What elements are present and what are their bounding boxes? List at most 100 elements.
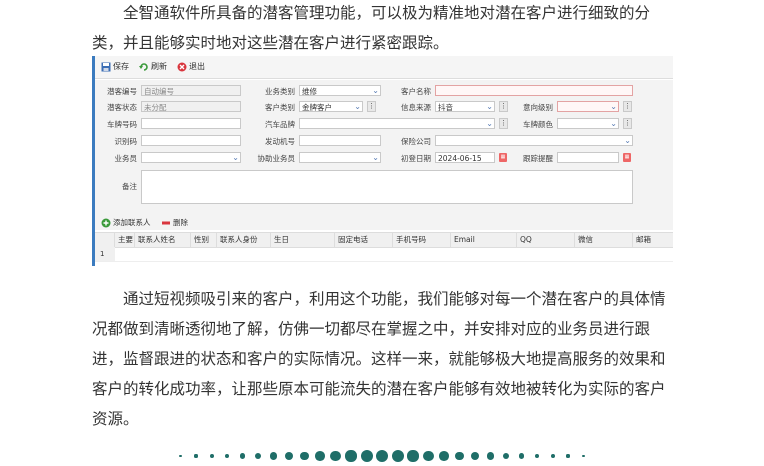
cust-name-field[interactable] <box>435 85 633 96</box>
grid-header: 生日 <box>271 233 335 247</box>
more-icon[interactable]: ⋮ <box>499 118 508 129</box>
divider-dot <box>439 451 449 461</box>
grid-header: 联系人姓名 <box>135 233 191 247</box>
lead-no-label: 潜客编号 <box>107 87 137 96</box>
add-icon <box>101 218 111 228</box>
chevron-down-icon: ⌄ <box>624 136 631 145</box>
vin-label: 识别码 <box>114 137 138 146</box>
calendar-icon[interactable]: ▦ <box>499 153 507 162</box>
cust-name-label: 客户名称 <box>401 87 431 96</box>
intent-label: 意向级别 <box>523 103 553 112</box>
divider-dot <box>345 450 357 462</box>
biz-type-select[interactable]: 维修 ⌄ <box>299 85 381 96</box>
contacts-grid-header: 主要 联系人姓名 性别 联系人身份 生日 固定电话 手机号码 Email QQ … <box>95 232 673 248</box>
grid-header: 主要 <box>115 233 135 247</box>
lead-no-field[interactable]: 自动编号 <box>141 85 241 96</box>
remark-textarea[interactable] <box>141 170 633 204</box>
exit-button[interactable]: 退出 <box>177 61 205 73</box>
salesman-select[interactable]: ⌄ <box>141 152 241 163</box>
exit-label: 退出 <box>189 62 205 71</box>
row-number: 1 <box>95 247 115 261</box>
divider-dot <box>360 450 373 462</box>
chevron-down-icon: ⌄ <box>610 102 617 111</box>
refresh-button[interactable]: 刷新 <box>139 61 167 73</box>
reminder-field[interactable] <box>557 152 619 163</box>
cust-type-value: 金牌客户 <box>302 103 332 112</box>
plate-field[interactable] <box>141 118 241 129</box>
more-icon[interactable]: ⋮ <box>499 101 508 112</box>
cust-type-label: 客户类别 <box>265 103 295 112</box>
add-contact-button[interactable]: 添加联系人 <box>101 217 151 229</box>
divider-dot <box>254 452 262 460</box>
refresh-label: 刷新 <box>151 62 167 71</box>
insurer-select[interactable]: ⌄ <box>435 135 633 146</box>
chevron-down-icon: ⌄ <box>610 119 617 128</box>
grid-header: 手机号码 <box>393 233 451 247</box>
engine-field[interactable] <box>299 135 381 146</box>
divider-dot <box>330 450 341 462</box>
close-icon <box>177 62 187 72</box>
remark-label: 备注 <box>122 182 137 191</box>
intent-select[interactable]: ⌄ <box>557 101 619 112</box>
lead-status-label: 潜客状态 <box>107 103 137 112</box>
divider-dot <box>209 454 214 458</box>
divider-dot <box>391 450 404 462</box>
refresh-icon <box>139 62 149 72</box>
vin-field[interactable] <box>141 135 241 146</box>
divider-dot <box>534 453 540 459</box>
divider-dot <box>285 452 293 460</box>
first-date-field[interactable]: 2024-06-15 <box>435 152 495 163</box>
divider-dot <box>407 450 419 462</box>
grid-header: 联系人身份 <box>217 233 271 247</box>
chevron-down-icon: ⌄ <box>486 119 493 128</box>
grid-header-rownum <box>95 233 115 247</box>
save-label: 保存 <box>113 62 129 71</box>
first-date-label: 初登日期 <box>401 154 431 163</box>
assist-select[interactable]: ⌄ <box>299 152 381 163</box>
table-row[interactable]: 1 <box>95 247 673 262</box>
source-label: 信息来源 <box>401 103 431 112</box>
divider-dot <box>582 454 585 458</box>
intro-paragraph: 全智通软件所具备的潜客管理功能，可以极为精准地对潜在客户进行细致的分类，并且能够… <box>92 4 651 52</box>
grid-header: 性别 <box>191 233 217 247</box>
lead-management-screenshot: 保存 刷新 退出 潜客编号 自动编号 业务类别 维修 ⌄ 客户名称 潜客状态 未分… <box>92 56 673 266</box>
grid-header: QQ <box>517 233 575 247</box>
divider-dot <box>269 452 278 460</box>
brand-select[interactable]: ⌄ <box>299 118 495 129</box>
divider-dot <box>471 452 479 460</box>
delete-icon <box>161 218 171 228</box>
divider-dot <box>455 451 464 461</box>
add-contact-label: 添加联系人 <box>113 218 151 227</box>
divider-dot <box>566 454 570 458</box>
chevron-down-icon: ⌄ <box>354 102 361 111</box>
divider-dot <box>375 449 389 463</box>
save-button[interactable]: 保存 <box>101 61 129 73</box>
divider-dot <box>550 454 555 458</box>
salesman-label: 业务员 <box>114 154 138 163</box>
divider-dot <box>486 452 495 460</box>
calendar-icon[interactable]: ▦ <box>623 153 631 162</box>
assist-label: 协助业务员 <box>257 154 296 163</box>
contacts-toolbar: 添加联系人 删除 <box>95 215 673 229</box>
color-select[interactable]: ⌄ <box>557 118 619 129</box>
brand-label: 汽车品牌 <box>265 120 295 129</box>
divider-dot <box>423 450 434 462</box>
grid-header: 微信 <box>575 233 633 247</box>
insurer-label: 保险公司 <box>401 137 431 146</box>
body-paragraph: 通过短视频吸引来的客户，利用这个功能，我们能够对每一个潜在客户的具体情况都做到清… <box>92 290 666 428</box>
source-select[interactable]: 抖音 ⌄ <box>435 101 495 112</box>
lead-status-field[interactable]: 未分配 <box>141 101 241 112</box>
engine-label: 发动机号 <box>265 137 295 146</box>
divider-dot <box>194 454 198 458</box>
more-icon[interactable]: ⋮ <box>623 101 632 112</box>
cust-type-select[interactable]: 金牌客户 ⌄ <box>299 101 363 112</box>
divider-dot <box>300 451 309 461</box>
chevron-down-icon: ⌄ <box>372 153 379 162</box>
toolbar: 保存 刷新 退出 <box>95 56 673 79</box>
divider-dot <box>502 452 510 460</box>
chevron-down-icon: ⌄ <box>232 153 239 162</box>
more-icon[interactable]: ⋮ <box>367 101 376 112</box>
plate-label: 车牌号码 <box>107 120 137 129</box>
more-icon[interactable]: ⋮ <box>623 118 632 129</box>
delete-contact-button[interactable]: 删除 <box>161 217 188 229</box>
